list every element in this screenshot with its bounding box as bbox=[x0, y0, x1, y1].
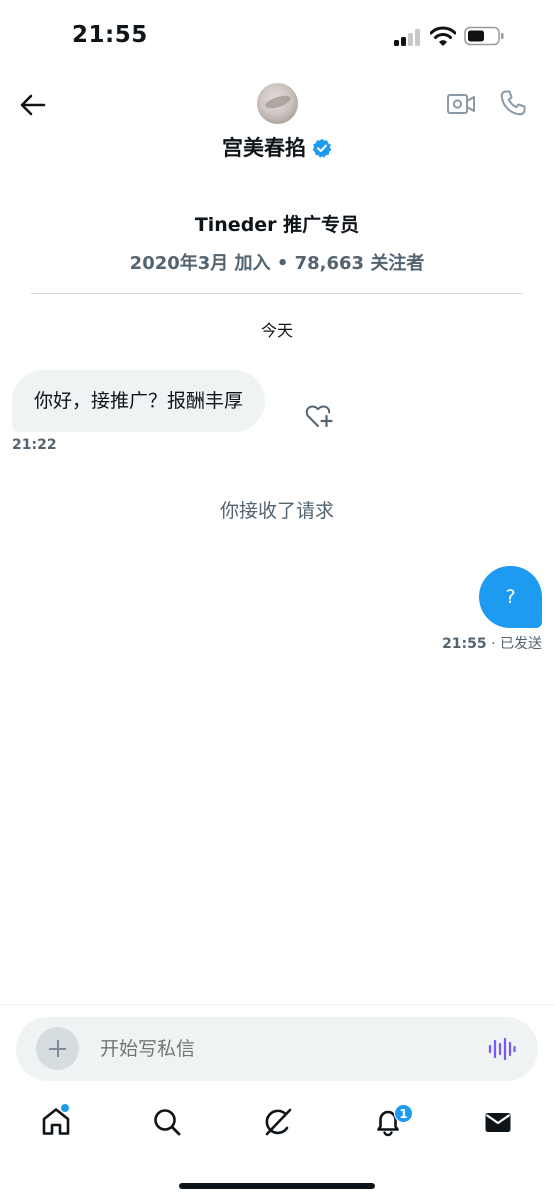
home-indicator bbox=[179, 1183, 375, 1189]
incoming-message-bubble[interactable]: 你好，接推广？报酬丰厚 bbox=[12, 370, 266, 432]
back-arrow-icon[interactable] bbox=[18, 90, 48, 120]
profile-bio: Tineder 推广专员 bbox=[194, 214, 360, 236]
voice-message-icon[interactable] bbox=[488, 1037, 516, 1061]
notifications-badge: 1 bbox=[394, 1104, 413, 1123]
phone-icon[interactable] bbox=[499, 89, 527, 117]
message-input[interactable] bbox=[100, 1017, 460, 1081]
verified-badge-icon bbox=[312, 138, 332, 158]
messages-envelope-icon[interactable] bbox=[482, 1106, 514, 1138]
battery-icon bbox=[464, 26, 504, 46]
wifi-icon bbox=[430, 26, 456, 46]
grok-icon[interactable] bbox=[262, 1106, 294, 1138]
video-call-icon[interactable] bbox=[446, 91, 476, 117]
request-accepted-note: 你接收了请求 bbox=[219, 500, 334, 522]
add-media-button[interactable] bbox=[36, 1027, 79, 1070]
outgoing-message-status: · 已发送 bbox=[486, 636, 542, 652]
message-composer[interactable] bbox=[16, 1017, 538, 1081]
conversation-title[interactable]: 宫美春掐 bbox=[0, 132, 554, 162]
date-separator: 今天 bbox=[260, 321, 293, 340]
incoming-message-time: 21:22 bbox=[12, 437, 57, 453]
divider bbox=[31, 293, 523, 294]
status-time: 21:55 bbox=[72, 22, 148, 48]
outgoing-message-bubble[interactable]: ? bbox=[479, 566, 542, 628]
add-reaction-icon[interactable] bbox=[305, 403, 335, 429]
cellular-signal-icon bbox=[394, 28, 422, 46]
composer-divider bbox=[0, 1004, 554, 1005]
outgoing-message-time: 21:55 bbox=[442, 636, 487, 652]
status-bar: 21:55 bbox=[0, 0, 554, 72]
profile-meta: 2020年3月 加入 • 78,663 关注者 bbox=[129, 253, 425, 274]
search-icon[interactable] bbox=[151, 1106, 183, 1138]
contact-name: 宫美春掐 bbox=[222, 136, 306, 160]
outgoing-message-meta: 21:55 · 已发送 bbox=[442, 633, 542, 653]
home-new-indicator bbox=[61, 1104, 69, 1112]
avatar[interactable] bbox=[257, 83, 298, 124]
